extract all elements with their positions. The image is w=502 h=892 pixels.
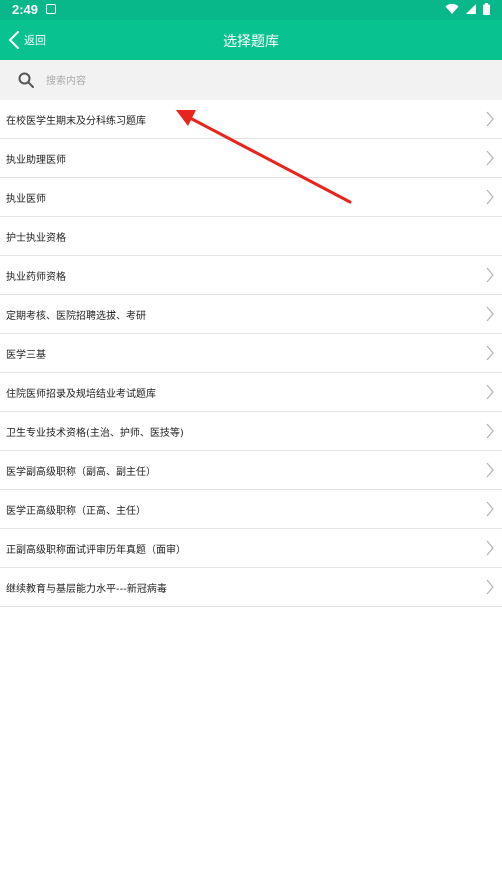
chevron-right-icon — [486, 384, 494, 400]
list-item-label: 执业助理医师 — [6, 155, 66, 166]
list-item[interactable]: 卫生专业技术资格(主治、护师、医技等) — [0, 412, 502, 451]
search-bar — [0, 60, 502, 100]
chevron-right-icon — [486, 150, 494, 166]
list-item[interactable]: 医学三基 — [0, 334, 502, 373]
list-item[interactable]: 执业药师资格 — [0, 256, 502, 295]
list-item-label: 在校医学生期末及分科练习题库 — [6, 116, 146, 127]
list-item[interactable]: 继续教育与基层能力水平---新冠病毒 — [0, 568, 502, 607]
signal-icon — [466, 4, 476, 14]
list-item-label: 定期考核、医院招聘选拔、考研 — [6, 311, 146, 322]
list-item[interactable]: 在校医学生期末及分科练习题库 — [0, 100, 502, 139]
app-notification-icon — [46, 4, 56, 14]
status-bar: 2:49 — [0, 0, 502, 20]
chevron-right-icon — [486, 423, 494, 439]
chevron-right-icon — [486, 189, 494, 205]
list-item[interactable]: 医学副高级职称（副高、副主任） — [0, 451, 502, 490]
list-item-label: 住院医师招录及规培结业考试题库 — [6, 389, 156, 400]
title-bar: 返回 选择题库 — [0, 20, 502, 60]
page-title: 选择题库 — [223, 34, 279, 50]
list-item-label: 卫生专业技术资格(主治、护师、医技等) — [6, 428, 184, 439]
list-item-label: 护士执业资格 — [6, 233, 66, 244]
list-item[interactable]: 护士执业资格 — [0, 217, 502, 256]
search-input[interactable] — [44, 68, 488, 94]
status-icons — [445, 3, 490, 15]
search-icon — [18, 72, 34, 88]
chevron-right-icon — [486, 306, 494, 322]
wifi-icon — [445, 3, 459, 15]
list-item[interactable]: 医学正高级职称（正高、主任） — [0, 490, 502, 529]
chevron-right-icon — [486, 462, 494, 478]
list-item[interactable]: 住院医师招录及规培结业考试题库 — [0, 373, 502, 412]
list-item-label: 继续教育与基层能力水平---新冠病毒 — [6, 584, 167, 595]
battery-icon — [483, 3, 490, 15]
chevron-right-icon — [486, 501, 494, 517]
list-item-label: 医学副高级职称（副高、副主任） — [6, 467, 156, 478]
list-item-label: 医学三基 — [6, 350, 46, 361]
question-bank-list: 在校医学生期末及分科练习题库 执业助理医师 执业医师 护士执业资格 执业药师资格… — [0, 100, 502, 607]
list-item-label: 执业医师 — [6, 194, 46, 205]
list-item[interactable]: 执业医师 — [0, 178, 502, 217]
list-item[interactable]: 定期考核、医院招聘选拔、考研 — [0, 295, 502, 334]
chevron-right-icon — [486, 111, 494, 127]
chevron-right-icon — [486, 345, 494, 361]
status-time: 2:49 — [12, 2, 39, 17]
chevron-right-icon — [486, 579, 494, 595]
list-item[interactable]: 执业助理医师 — [0, 139, 502, 178]
list-item[interactable]: 正副高级职称面试评审历年真题（面审） — [0, 529, 502, 568]
chevron-right-icon — [486, 267, 494, 283]
chevron-right-icon — [486, 540, 494, 556]
list-item-label: 正副高级职称面试评审历年真题（面审） — [6, 545, 186, 556]
list-item-label: 执业药师资格 — [6, 272, 66, 283]
list-item-label: 医学正高级职称（正高、主任） — [6, 506, 146, 517]
